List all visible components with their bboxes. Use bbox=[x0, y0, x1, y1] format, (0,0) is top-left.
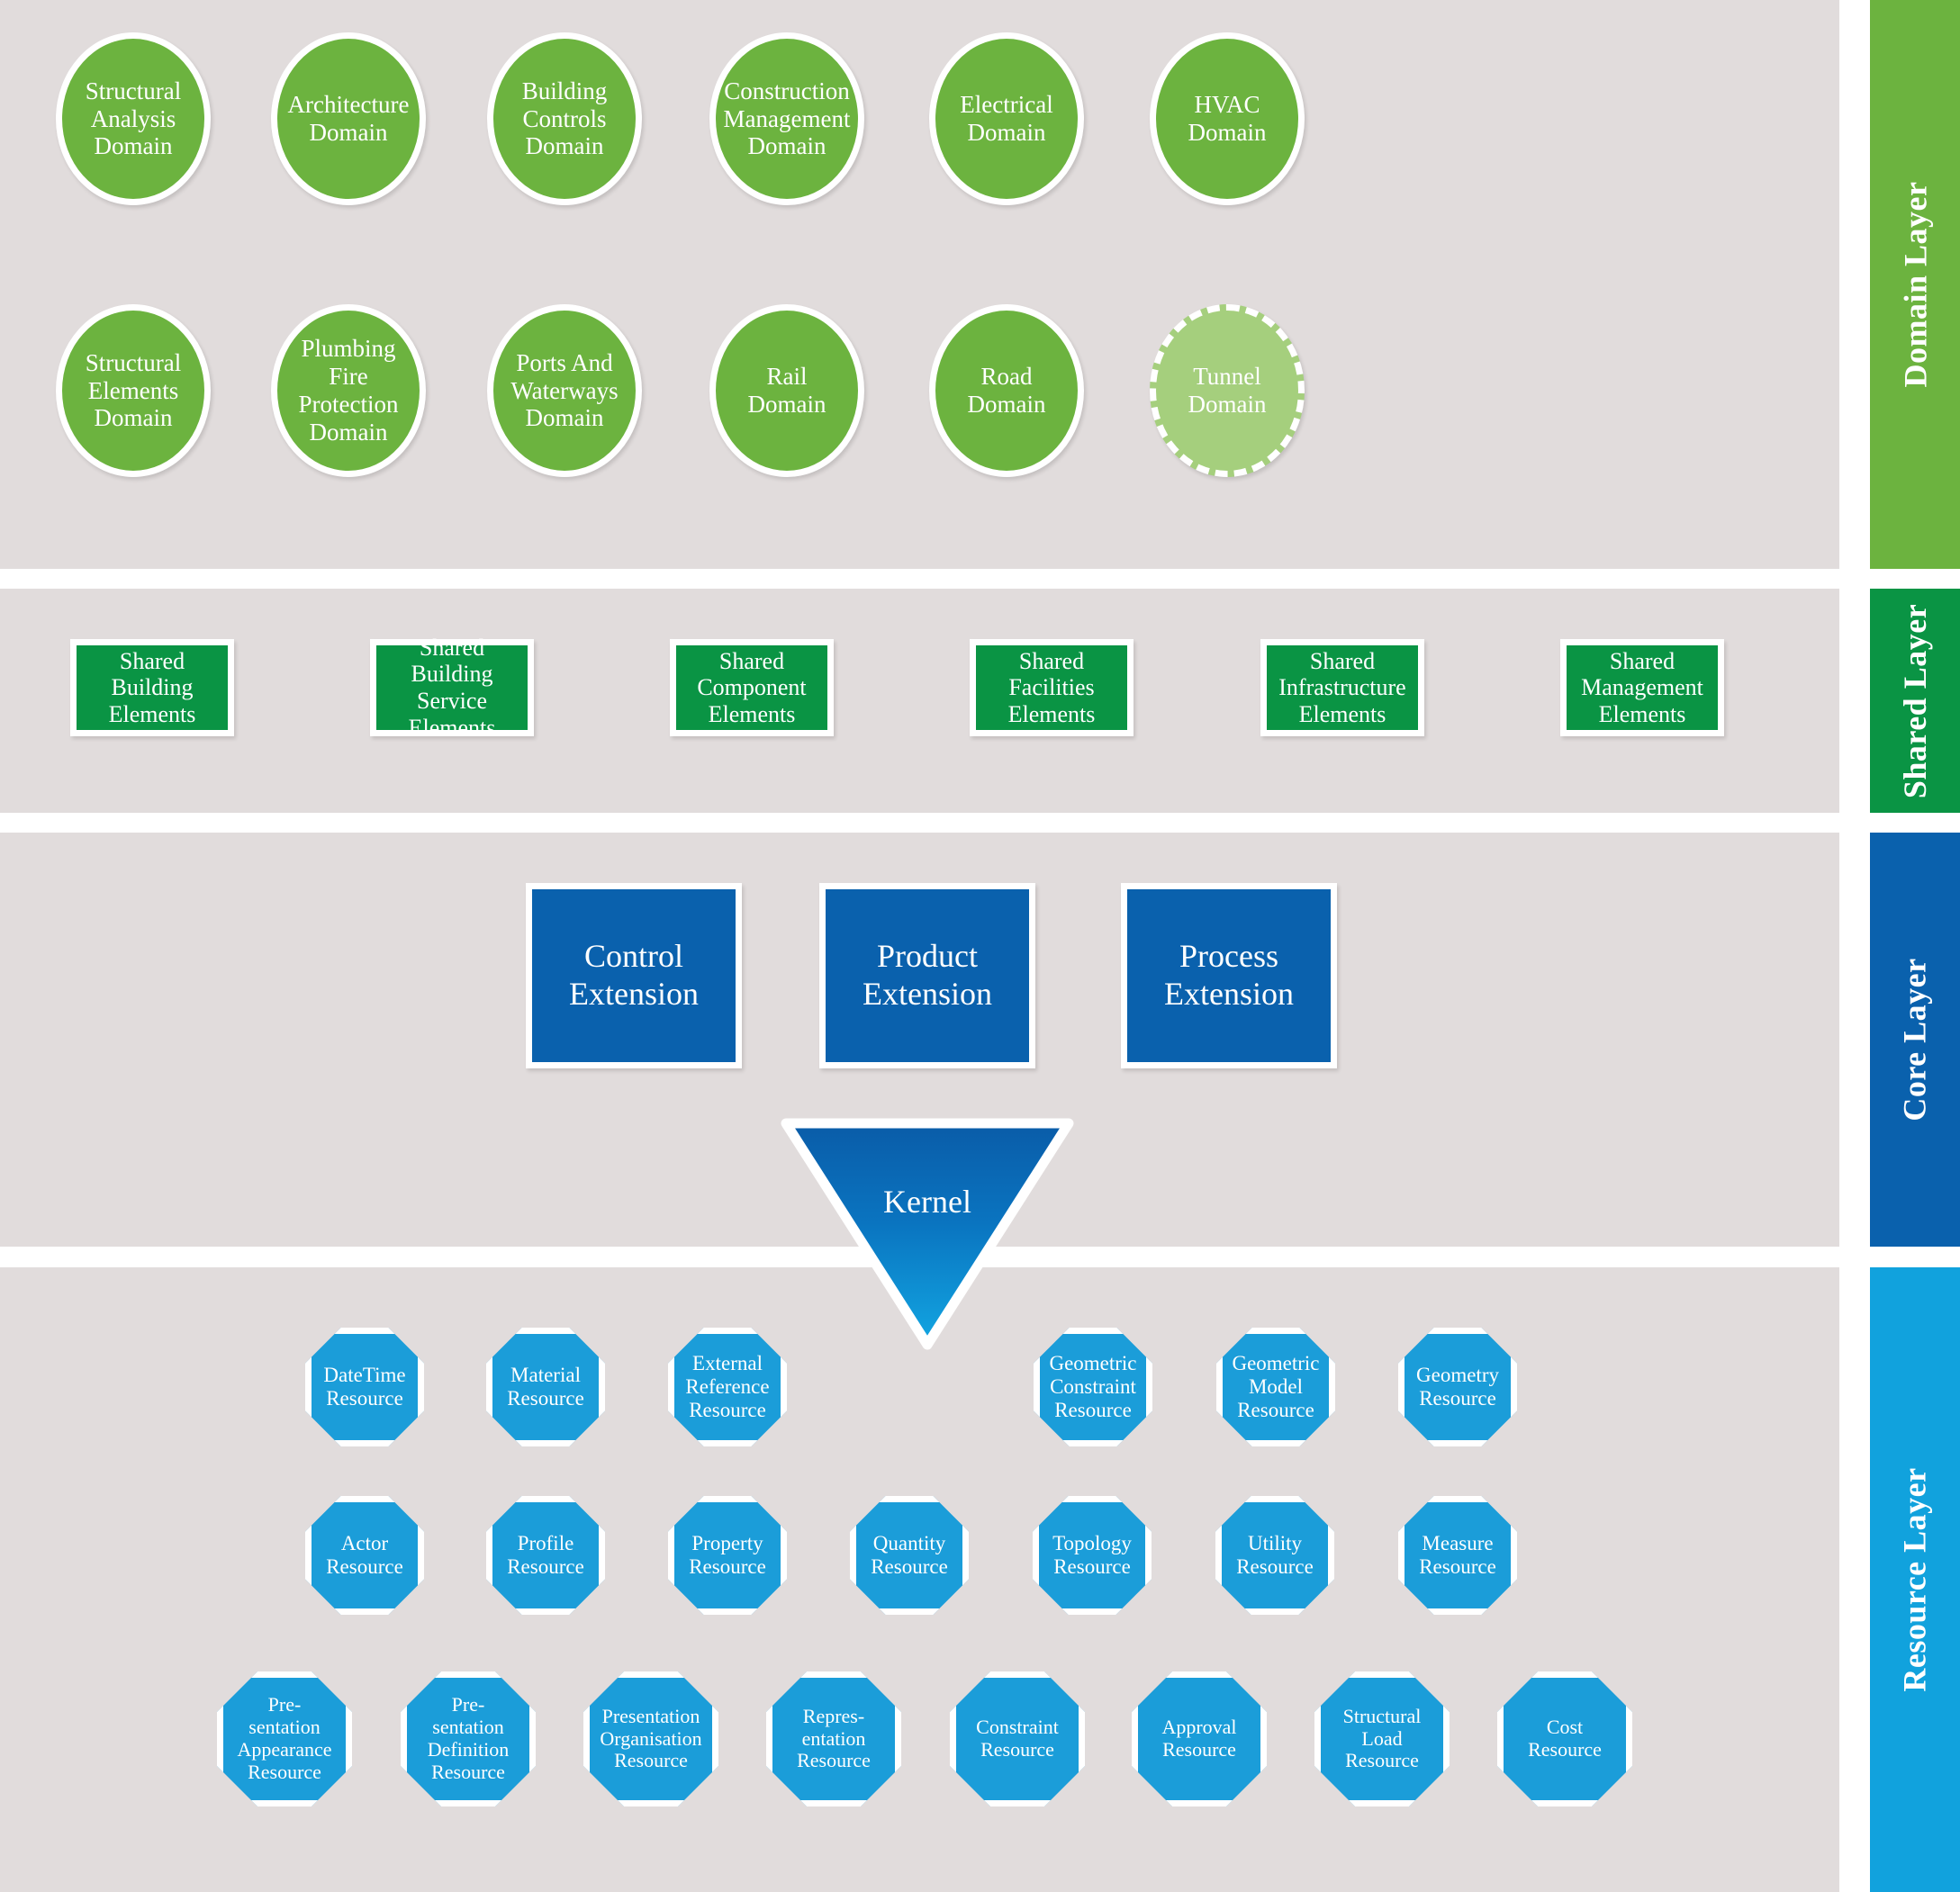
resource-octagon-label: DateTime Resource bbox=[323, 1364, 406, 1410]
shared-box[interactable]: Shared Building Elements bbox=[70, 639, 234, 736]
domain-circle-label: Ports And Waterways Domain bbox=[510, 348, 619, 432]
shared-box[interactable]: Shared Component Elements bbox=[670, 639, 834, 736]
core-extension-box[interactable]: Control Extension bbox=[526, 883, 742, 1068]
resource-octagon[interactable]: Actor Resource bbox=[305, 1496, 424, 1615]
shared-box-label: Shared Infrastructure Elements bbox=[1278, 647, 1406, 727]
shared-box-label: Shared Management Elements bbox=[1581, 647, 1703, 727]
domain-circle-label: Tunnel Domain bbox=[1188, 363, 1267, 418]
layer-tab-resource: Resource Layer bbox=[1870, 1267, 1960, 1892]
resource-octagon[interactable]: Material Resource bbox=[486, 1328, 605, 1446]
resource-octagon[interactable]: Geometric Constraint Resource bbox=[1034, 1328, 1152, 1446]
core-extension-label: Control Extension bbox=[569, 938, 699, 1012]
core-extension-box[interactable]: Product Extension bbox=[819, 883, 1035, 1068]
resource-octagon[interactable]: Property Resource bbox=[668, 1496, 787, 1615]
resource-octagon[interactable]: Topology Resource bbox=[1033, 1496, 1152, 1615]
resource-octagon[interactable]: Pre-sentation Definition Resource bbox=[401, 1671, 536, 1806]
resource-octagon-label: Geometric Model Resource bbox=[1232, 1352, 1320, 1421]
shared-box-label: Shared Building Service Elements bbox=[408, 634, 496, 741]
domain-circle[interactable]: Structural Elements Domain bbox=[56, 304, 211, 477]
domain-circle-label: Construction Management Domain bbox=[723, 77, 851, 160]
shared-box[interactable]: Shared Infrastructure Elements bbox=[1260, 639, 1424, 736]
resource-octagon-label: Geometric Constraint Resource bbox=[1049, 1352, 1137, 1421]
core-extension-label: Product Extension bbox=[863, 938, 992, 1012]
shared-box[interactable]: Shared Management Elements bbox=[1560, 639, 1724, 736]
ifc-architecture-diagram: Domain Layer Shared Layer Core Layer Res… bbox=[0, 0, 1960, 1892]
resource-octagon-label: Profile Resource bbox=[507, 1532, 584, 1578]
domain-circle-label: Structural Elements Domain bbox=[85, 348, 182, 432]
layer-tab-core: Core Layer bbox=[1870, 833, 1960, 1247]
domain-circle-label: Architecture Domain bbox=[287, 91, 410, 146]
resource-octagon[interactable]: Pre-sentation Appearance Resource bbox=[217, 1671, 352, 1806]
resource-octagon[interactable]: Profile Resource bbox=[486, 1496, 605, 1615]
resource-octagon-label: Property Resource bbox=[689, 1532, 766, 1578]
resource-octagon[interactable]: Geometric Model Resource bbox=[1216, 1328, 1335, 1446]
resource-octagon-label: Topology Resource bbox=[1052, 1532, 1132, 1578]
domain-circle-label: Electrical Domain bbox=[960, 91, 1053, 146]
resource-octagon-label: External Reference Resource bbox=[685, 1352, 770, 1421]
domain-circle[interactable]: Architecture Domain bbox=[271, 32, 426, 205]
resource-octagon[interactable]: Structural Load Resource bbox=[1314, 1671, 1450, 1806]
layer-tab-domain-label: Domain Layer bbox=[1897, 181, 1934, 388]
resource-octagon-label: Geometry Resource bbox=[1416, 1364, 1499, 1410]
kernel-triangle[interactable]: Kernel bbox=[779, 1116, 1076, 1350]
resource-octagon-label: Measure Resource bbox=[1419, 1532, 1496, 1578]
resource-octagon-label: Constraint Resource bbox=[976, 1716, 1059, 1761]
resource-octagon[interactable]: DateTime Resource bbox=[305, 1328, 424, 1446]
resource-octagon[interactable]: Approval Resource bbox=[1132, 1671, 1267, 1806]
core-extension-box[interactable]: Process Extension bbox=[1121, 883, 1337, 1068]
resource-octagon[interactable]: External Reference Resource bbox=[668, 1328, 787, 1446]
layer-tab-core-label: Core Layer bbox=[1897, 958, 1933, 1122]
layer-tab-shared: Shared Layer bbox=[1870, 589, 1960, 813]
layer-tab-domain: Domain Layer bbox=[1870, 0, 1960, 569]
resource-octagon-label: Quantity Resource bbox=[871, 1532, 948, 1578]
domain-circle[interactable]: Electrical Domain bbox=[929, 32, 1084, 205]
resource-octagon[interactable]: Geometry Resource bbox=[1398, 1328, 1517, 1446]
resource-octagon-label: Pre-sentation Definition Resource bbox=[427, 1693, 510, 1783]
resource-octagon-label: Cost Resource bbox=[1528, 1716, 1602, 1761]
resource-octagon-label: Presentation Organisation Resource bbox=[600, 1704, 702, 1772]
domain-circle[interactable]: Road Domain bbox=[929, 304, 1084, 477]
resource-octagon[interactable]: Repres-entation Resource bbox=[766, 1671, 901, 1806]
domain-circle-label: Building Controls Domain bbox=[521, 77, 608, 160]
shared-box[interactable]: Shared Facilities Elements bbox=[970, 639, 1134, 736]
resource-octagon-label: Approval Resource bbox=[1161, 1716, 1237, 1761]
domain-circle[interactable]: Construction Management Domain bbox=[709, 32, 864, 205]
shared-box-label: Shared Facilities Elements bbox=[1007, 647, 1096, 727]
domain-circle-tunnel[interactable]: Tunnel Domain bbox=[1150, 304, 1305, 477]
resource-octagon-label: Material Resource bbox=[507, 1364, 584, 1410]
domain-circle-label: Plumbing Fire Protection Domain bbox=[298, 335, 399, 446]
layer-tab-resource-label: Resource Layer bbox=[1897, 1467, 1934, 1692]
domain-circle[interactable]: Ports And Waterways Domain bbox=[487, 304, 642, 477]
kernel-triangle-shape bbox=[781, 1118, 1074, 1350]
resource-octagon[interactable]: Presentation Organisation Resource bbox=[583, 1671, 718, 1806]
layer-tab-shared-label: Shared Layer bbox=[1897, 603, 1933, 798]
resource-octagon-label: Pre-sentation Appearance Resource bbox=[237, 1693, 332, 1783]
resource-octagon-label: Actor Resource bbox=[326, 1532, 403, 1578]
domain-circle[interactable]: Rail Domain bbox=[709, 304, 864, 477]
resource-octagon[interactable]: Utility Resource bbox=[1215, 1496, 1334, 1615]
shared-box-label: Shared Building Elements bbox=[108, 647, 196, 727]
domain-circle-label: Road Domain bbox=[967, 363, 1046, 418]
domain-circle[interactable]: Building Controls Domain bbox=[487, 32, 642, 205]
resource-octagon[interactable]: Measure Resource bbox=[1398, 1496, 1517, 1615]
domain-circle-label: Rail Domain bbox=[747, 363, 826, 418]
resource-octagon-label: Structural Load Resource bbox=[1342, 1704, 1422, 1772]
core-extension-label: Process Extension bbox=[1164, 938, 1294, 1012]
resource-octagon-label: Repres-entation Resource bbox=[797, 1704, 871, 1772]
domain-circle[interactable]: Plumbing Fire Protection Domain bbox=[271, 304, 426, 477]
domain-circle[interactable]: Structural Analysis Domain bbox=[56, 32, 211, 205]
domain-circle-label: HVAC Domain bbox=[1188, 91, 1267, 146]
shared-box[interactable]: Shared Building Service Elements bbox=[370, 635, 534, 741]
resource-octagon[interactable]: Quantity Resource bbox=[850, 1496, 969, 1615]
domain-circle-label: Structural Analysis Domain bbox=[85, 77, 182, 160]
resource-octagon[interactable]: Cost Resource bbox=[1497, 1671, 1632, 1806]
shared-box-label: Shared Component Elements bbox=[697, 647, 807, 727]
resource-octagon-label: Utility Resource bbox=[1236, 1532, 1314, 1578]
resource-octagon[interactable]: Constraint Resource bbox=[950, 1671, 1085, 1806]
domain-circle[interactable]: HVAC Domain bbox=[1150, 32, 1305, 205]
